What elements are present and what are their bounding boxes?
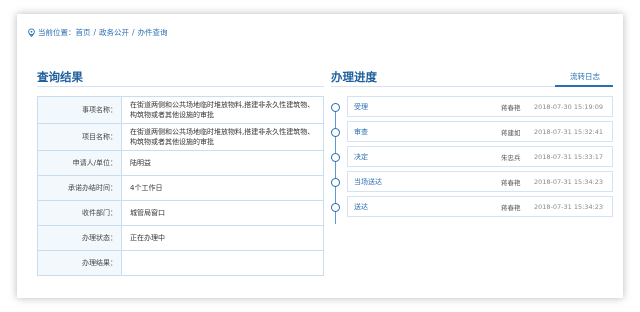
timeline-entry: 受理 蒋春艳 2018-07-30 15:19:09 [347,96,613,117]
timeline-item: 送达 蒋春艳 2018-07-31 15:34:23 [331,196,613,217]
timeline-item: 决定 朱忠兵 2018-07-31 15:33:17 [331,146,613,167]
location-pin-icon [28,28,35,37]
breadcrumb-separator: / [132,28,135,37]
tab-active-underline [555,85,613,87]
query-result-card: 当前位置： 首页 / 政务公开 / 办件查询 查询结果 办理进度 流转日志 事项… [17,14,623,298]
row-value: 4个工作日 [121,175,324,201]
step-time: 2018-07-31 15:34:23 [534,177,604,186]
row-label: 承诺办结时间： [37,175,122,201]
breadcrumb-separator: / [93,28,97,37]
row-label: 事项名称： [37,96,122,124]
row-value: 陆明益 [121,150,324,176]
tab-flow-log[interactable]: 流转日志 [570,71,600,82]
circle-node-icon [331,178,340,187]
step-handler: 蒋春艳 [501,178,521,187]
step-time: 2018-07-31 15:32:41 [534,127,604,136]
row-value: 正在办理中 [121,225,324,251]
timeline-entry: 送达 蒋春艳 2018-07-31 15:34:23 [347,196,613,217]
step-name: 当场送达 [354,177,382,186]
result-title-divider [37,86,324,87]
row-label: 项目名称： [37,123,122,151]
circle-node-icon [331,128,340,137]
step-time: 2018-07-31 15:33:17 [534,152,604,161]
step-time: 2018-07-31 15:34:23 [534,202,604,211]
step-name: 审查 [354,127,368,136]
circle-node-icon [331,203,340,212]
breadcrumb-home[interactable]: 首页 [76,27,91,38]
row-label: 办理结果： [37,250,122,276]
step-name: 送达 [354,202,368,211]
breadcrumb: 当前位置： 首页 / 政务公开 / 办件查询 [27,27,168,38]
table-row: 项目名称： 在街道两侧和公共场地临时堆放物料,搭建非永久性建筑物、构筑物或者其他… [37,123,324,151]
timeline-entry: 当场送达 蒋春艳 2018-07-31 15:34:23 [347,171,613,192]
table-row: 收件部门： 城管局窗口 [37,200,324,226]
row-label: 收件部门： [37,200,122,226]
breadcrumb-gov-affairs[interactable]: 政务公开 [99,27,129,38]
row-label: 申请人/单位： [37,150,122,176]
step-handler: 朱忠兵 [501,153,521,162]
table-row: 申请人/单位： 陆明益 [37,150,324,176]
table-row: 事项名称： 在街道两侧和公共场地临时堆放物料,搭建非永久性建筑物、构筑物或者其他… [37,96,324,124]
result-section-title: 查询结果 [37,70,83,84]
row-value: 在街道两侧和公共场地临时堆放物料,搭建非永久性建筑物、构筑物或者其他设施的审批 [121,96,324,124]
breadcrumb-case-query[interactable]: 办件查询 [138,27,168,38]
timeline-item: 当场送达 蒋春艳 2018-07-31 15:34:23 [331,171,613,192]
step-time: 2018-07-30 15:19:09 [534,102,604,111]
step-name: 受理 [354,102,368,111]
breadcrumb-prefix: 当前位置： [38,28,76,37]
row-value [121,250,324,276]
circle-node-icon [331,153,340,162]
row-label: 办理状态： [37,225,122,251]
timeline-item: 审查 蒋建如 2018-07-31 15:32:41 [331,121,613,142]
circle-node-icon [331,103,340,112]
row-value: 城管局窗口 [121,200,324,226]
progress-section-title: 办理进度 [331,70,377,84]
table-row: 办理状态： 正在办理中 [37,225,324,251]
step-name: 决定 [354,152,368,161]
step-handler: 蒋春艳 [501,203,521,212]
timeline-item: 受理 蒋春艳 2018-07-30 15:19:09 [331,96,613,117]
result-table: 事项名称： 在街道两侧和公共场地临时堆放物料,搭建非永久性建筑物、构筑物或者其他… [37,96,324,276]
step-handler: 蒋春艳 [501,103,521,112]
table-row: 承诺办结时间： 4个工作日 [37,175,324,201]
timeline-entry: 决定 朱忠兵 2018-07-31 15:33:17 [347,146,613,167]
table-row: 办理结果： [37,250,324,276]
step-handler: 蒋建如 [501,128,521,137]
timeline-entry: 审查 蒋建如 2018-07-31 15:32:41 [347,121,613,142]
row-value: 在街道两侧和公共场地临时堆放物料,搭建非永久性建筑物、构筑物或者其他设施的审批 [121,123,324,151]
